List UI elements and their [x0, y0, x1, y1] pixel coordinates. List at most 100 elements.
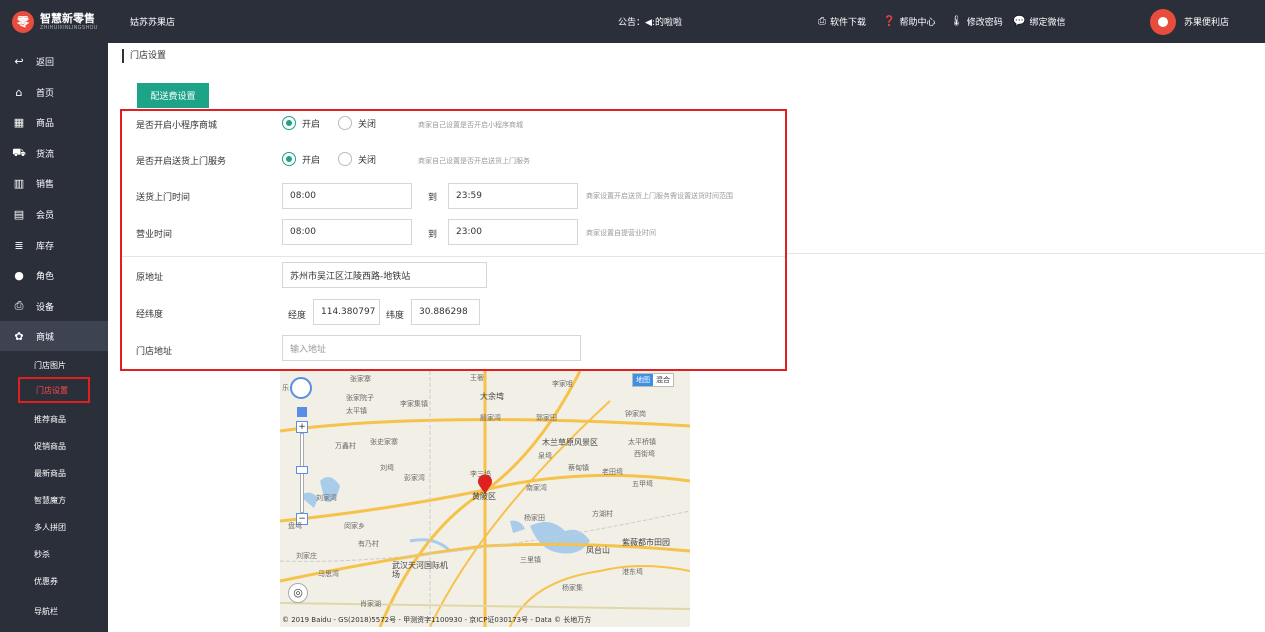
- sidebar-item-products[interactable]: ▦ 商品: [0, 107, 108, 137]
- delivery-end-time-input[interactable]: 23:59: [448, 183, 578, 209]
- map-label: 乐: [282, 384, 289, 392]
- radio-label: 开启: [302, 119, 321, 130]
- sidebar-item-inventory[interactable]: ≣ 库存: [0, 230, 108, 260]
- bind-wechat-link[interactable]: 💬 绑定微信: [1013, 0, 1065, 43]
- delivery-start-time-input[interactable]: 08:00: [282, 183, 412, 209]
- latitude-input[interactable]: 30.886298: [411, 299, 480, 325]
- sidebar-item-back[interactable]: ↩ 返回: [0, 46, 108, 76]
- sidebar-item-home[interactable]: ⌂ 首页: [0, 77, 108, 107]
- mini-program-label: 是否开启小程序商城: [136, 121, 218, 131]
- change-password-link[interactable]: 🌡 修改密码: [950, 0, 1003, 43]
- subnav-new-products[interactable]: 最新商品: [0, 460, 108, 486]
- help-center-link[interactable]: ❓ 帮助中心: [883, 0, 935, 43]
- business-hours-hint: 商家设置自提营业时间: [586, 229, 656, 237]
- business-start-time-input[interactable]: 08:00: [282, 219, 412, 245]
- notice-text: 公告：◀:的啦啦: [618, 18, 682, 28]
- map-label: 张史家寨: [370, 438, 398, 446]
- user-menu[interactable]: 苏果便利店: [1150, 0, 1229, 43]
- zoom-slider-handle[interactable]: [296, 466, 308, 474]
- printer-icon: ⎙: [818, 16, 826, 27]
- home-icon: ⌂: [15, 85, 23, 99]
- sidebar-item-label: 库存: [36, 241, 55, 252]
- brand-name: 智慧新零售: [40, 11, 95, 25]
- subnav-store-images[interactable]: 门店图片: [0, 352, 108, 378]
- home-delivery-on-radio[interactable]: 开启: [282, 152, 320, 166]
- business-end-time-input[interactable]: 23:00: [448, 219, 578, 245]
- subnav-navbar[interactable]: 导航栏: [0, 598, 108, 624]
- map-label: 杨家集: [562, 584, 583, 592]
- subnav-smart-cube[interactable]: 智慧魔方: [0, 487, 108, 513]
- subnav-store-settings[interactable]: 门店设置: [18, 377, 90, 403]
- subnav-group-buy[interactable]: 多人拼团: [0, 514, 108, 540]
- map-label: 老田塆: [602, 468, 623, 476]
- map-label: 港东塆: [622, 568, 643, 576]
- map-label: 泉塆: [538, 452, 552, 460]
- map-label: 马思湾: [318, 570, 339, 578]
- printer-icon: ⎙: [14, 299, 24, 312]
- sidebar-item-roles[interactable]: ● 角色: [0, 260, 108, 290]
- mini-program-off-radio[interactable]: 关闭: [338, 116, 376, 130]
- to-label: 到: [428, 193, 438, 203]
- help-center-label: 帮助中心: [899, 18, 936, 28]
- sidebar-item-label: 角色: [36, 271, 55, 282]
- software-download-link[interactable]: ⎙ 软件下载: [818, 0, 866, 43]
- home-delivery-label: 是否开启送货上门服务: [136, 157, 227, 167]
- thermometer-icon: 🌡: [950, 16, 963, 27]
- brand-logo[interactable]: 零 智慧新零售 ZHIHUIXINLINGSHOU: [0, 0, 108, 43]
- map-label: 李三坞: [470, 470, 491, 478]
- map-label: 紫薇都市田园: [622, 538, 670, 547]
- map-type-hybrid[interactable]: 混合: [653, 374, 673, 386]
- sidebar: 零 智慧新零售 ZHIHUIXINLINGSHOU ↩ 返回 ⌂ 首页 ▦ 商品 ⛟ 货…: [0, 0, 108, 632]
- map-label: 彭家湾: [404, 474, 425, 482]
- map-type-map[interactable]: 地图: [633, 374, 653, 386]
- coordinates-label: 经纬度: [136, 310, 164, 320]
- software-download-label: 软件下载: [830, 18, 867, 28]
- divider: [787, 253, 1265, 254]
- zoom-in-icon[interactable]: +: [296, 421, 308, 433]
- original-address-input[interactable]: 苏州市吴江区江陵西路-地铁站: [282, 262, 487, 288]
- home-delivery-hint: 商家自己设置是否开启送货上门服务: [418, 157, 530, 165]
- subnav-recommended-products[interactable]: 推荐商品: [0, 406, 108, 432]
- sidebar-item-sales[interactable]: ▥ 销售: [0, 168, 108, 198]
- bar-chart-icon: ▥: [13, 176, 25, 190]
- longitude-input[interactable]: 114.380797: [313, 299, 380, 325]
- store-address-label: 门店地址: [136, 347, 173, 357]
- map-label: 张家院子: [346, 394, 374, 402]
- map-label: 凤台山: [586, 546, 610, 555]
- map-pan-control[interactable]: [290, 377, 312, 399]
- bind-wechat-label: 绑定微信: [1029, 18, 1066, 28]
- sidebar-item-mall[interactable]: ✿ 商城: [0, 321, 108, 351]
- store-address-input[interactable]: 输入地址: [282, 335, 581, 361]
- original-address-label: 原地址: [136, 273, 164, 283]
- user-icon: ●: [14, 268, 24, 282]
- map-label: 刘家庄: [296, 552, 317, 560]
- sidebar-item-label: 商品: [36, 118, 55, 129]
- subnav-flash-sale[interactable]: 秒杀: [0, 541, 108, 567]
- subnav-coupons[interactable]: 优惠券: [0, 568, 108, 594]
- map-label: 蔡甸镇: [568, 464, 589, 472]
- radio-label: 关闭: [358, 119, 377, 130]
- map-label: 大余塆: [480, 392, 504, 401]
- map-label: 三里镇: [520, 556, 541, 564]
- map-label: 西街塆: [634, 450, 655, 458]
- baidu-map[interactable]: 地图 混合 + − ◎ 乐 张家寨 王奢 李家咀 张家院子 李家集镇 大余塆 太…: [280, 371, 690, 627]
- sidebar-item-label: 首页: [36, 88, 55, 99]
- sidebar-item-members[interactable]: ▤ 会员: [0, 199, 108, 229]
- store-settings-form: 是否开启小程序商城 开启 关闭 商家自己设置是否开启小程序商城 是否开启送货上门…: [120, 109, 787, 371]
- map-label: 王奢: [470, 374, 484, 382]
- locate-icon[interactable]: ◎: [288, 583, 308, 603]
- map-type-switch[interactable]: 地图 混合: [632, 373, 674, 387]
- map-label: 有乃村: [358, 540, 379, 548]
- delivery-fee-settings-button[interactable]: 配送费设置: [137, 83, 209, 108]
- map-label: 武汉天河国际机场: [392, 561, 448, 579]
- sidebar-item-logistics[interactable]: ⛟ 货流: [0, 138, 108, 168]
- mini-program-on-radio[interactable]: 开启: [282, 116, 320, 130]
- subnav-promotions[interactable]: 促销商品: [0, 433, 108, 459]
- sidebar-item-label: 返回: [36, 57, 55, 68]
- home-delivery-off-radio[interactable]: 关闭: [338, 152, 376, 166]
- map-label: 五甲塆: [632, 480, 653, 488]
- map-zoom-marker[interactable]: [297, 407, 307, 417]
- truck-icon: ⛟: [12, 145, 26, 159]
- sidebar-item-devices[interactable]: ⎙ 设备: [0, 291, 108, 321]
- back-arrow-icon: ↩: [14, 54, 24, 68]
